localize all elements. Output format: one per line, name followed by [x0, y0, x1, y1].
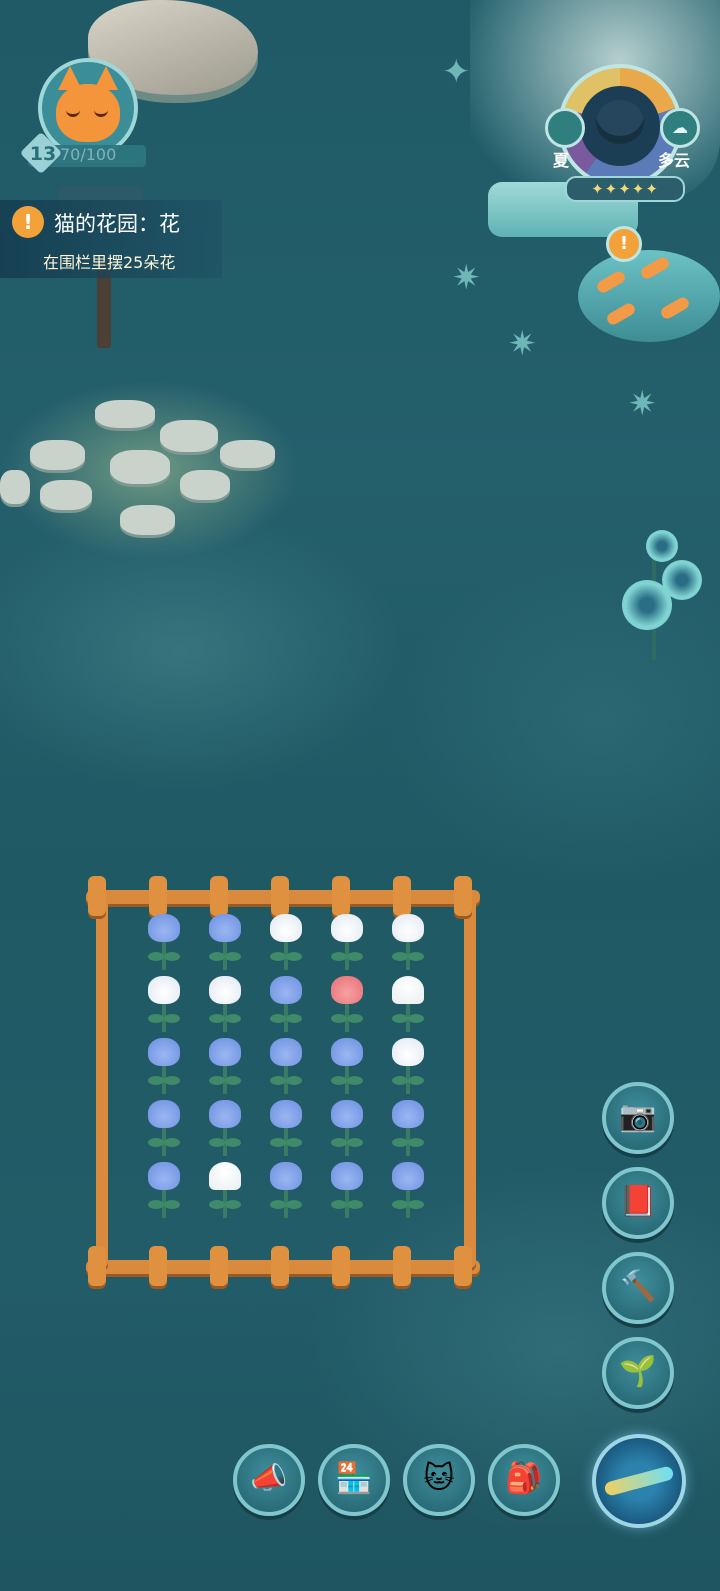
fence-post — [210, 1246, 228, 1286]
star-leaf-icon: ✷ — [508, 324, 537, 364]
backpack-button[interactable]: 🎒 — [488, 1444, 560, 1516]
compass-button[interactable] — [592, 1434, 686, 1528]
sprout-icon: 🌱 — [619, 1354, 657, 1389]
star-leaf-icon: ✷ — [452, 258, 481, 298]
flower-blue[interactable] — [142, 1162, 186, 1220]
flower-white[interactable] — [325, 914, 369, 972]
flower-blue[interactable] — [325, 1100, 369, 1158]
cloud-icon: ☁ — [660, 108, 700, 148]
star-leaf-icon: ✷ — [628, 384, 657, 424]
flower-lily[interactable] — [203, 1162, 247, 1220]
flower-book-button[interactable]: 📕 — [602, 1167, 674, 1239]
flower-white[interactable] — [264, 914, 308, 972]
flower-blue[interactable] — [325, 1038, 369, 1096]
shop-icon: 🏪 — [335, 1461, 373, 1496]
fence-rail-left — [96, 896, 108, 1268]
flower-blue[interactable] — [203, 914, 247, 972]
event-hammer-button[interactable]: 🔨 — [602, 1252, 674, 1324]
fence-post — [271, 1246, 289, 1286]
fence-post — [210, 876, 228, 916]
fenced-garden[interactable] — [82, 876, 484, 1288]
flower-white[interactable] — [142, 976, 186, 1034]
leaf-icon — [545, 108, 585, 148]
fence-post — [149, 876, 167, 916]
sparkle-icon: ✦ — [442, 52, 471, 92]
tree-icon — [596, 100, 644, 144]
season-label: 夏 — [553, 151, 570, 170]
xp-text: 70/100 — [60, 145, 117, 164]
fence-post — [393, 876, 411, 916]
stone-path — [0, 380, 300, 560]
flower-blue[interactable] — [142, 1100, 186, 1158]
flower-blue[interactable] — [386, 1162, 430, 1220]
player-level: 13 — [29, 143, 57, 165]
flower-blue[interactable] — [142, 1038, 186, 1096]
hammer-icon: 🔨 — [619, 1269, 657, 1304]
star-rating: ✦✦✦✦✦ — [565, 176, 685, 202]
quest-description: 在围栏里摆25朵花 — [43, 253, 176, 272]
flower-lily[interactable] — [386, 976, 430, 1034]
cat-food-feeder[interactable] — [578, 250, 720, 342]
fence-rail-right — [464, 896, 476, 1268]
flower-blue[interactable] — [203, 1100, 247, 1158]
book-icon: 📕 — [619, 1184, 657, 1219]
flower-blue[interactable] — [386, 1100, 430, 1158]
planting-button[interactable]: 🌱 — [602, 1337, 674, 1409]
camera-icon: 📷 — [619, 1099, 657, 1134]
flower-blue[interactable] — [264, 1162, 308, 1220]
fence-post — [332, 876, 350, 916]
quest-alert-icon: ! — [12, 206, 44, 238]
megaphone-icon: 📣 — [250, 1461, 288, 1496]
cat-button[interactable]: 🐱 — [403, 1444, 475, 1516]
flower-white[interactable] — [386, 914, 430, 972]
quest-title: 猫的花园：花 — [54, 212, 180, 236]
flower-blue[interactable] — [203, 1038, 247, 1096]
fence-post — [88, 1246, 106, 1286]
compass-icon — [603, 1465, 675, 1497]
flower-blue[interactable] — [264, 1100, 308, 1158]
feeder-alert-icon[interactable]: ! — [606, 226, 642, 262]
cat-face-icon: 🐱 — [423, 1461, 455, 1496]
fence-post — [271, 876, 289, 916]
fence-post — [88, 876, 106, 916]
backpack-icon: 🎒 — [505, 1461, 543, 1496]
flower-blue[interactable] — [264, 1038, 308, 1096]
flower-blue[interactable] — [142, 914, 186, 972]
fence-post — [332, 1246, 350, 1286]
flower-blue[interactable] — [264, 976, 308, 1034]
weather-label: 多云 — [658, 151, 691, 170]
flower-white[interactable] — [386, 1038, 430, 1096]
shop-button[interactable]: 🏪 — [318, 1444, 390, 1516]
flower-pink[interactable] — [325, 976, 369, 1034]
blue-flower-bush — [606, 510, 706, 660]
flower-blue[interactable] — [325, 1162, 369, 1220]
fence-post — [454, 876, 472, 916]
fence-post — [393, 1246, 411, 1286]
announcement-button[interactable]: 📣 — [233, 1444, 305, 1516]
camera-button[interactable]: 📷 — [602, 1082, 674, 1154]
fence-post — [149, 1246, 167, 1286]
flower-white[interactable] — [203, 976, 247, 1034]
fence-post — [454, 1246, 472, 1286]
